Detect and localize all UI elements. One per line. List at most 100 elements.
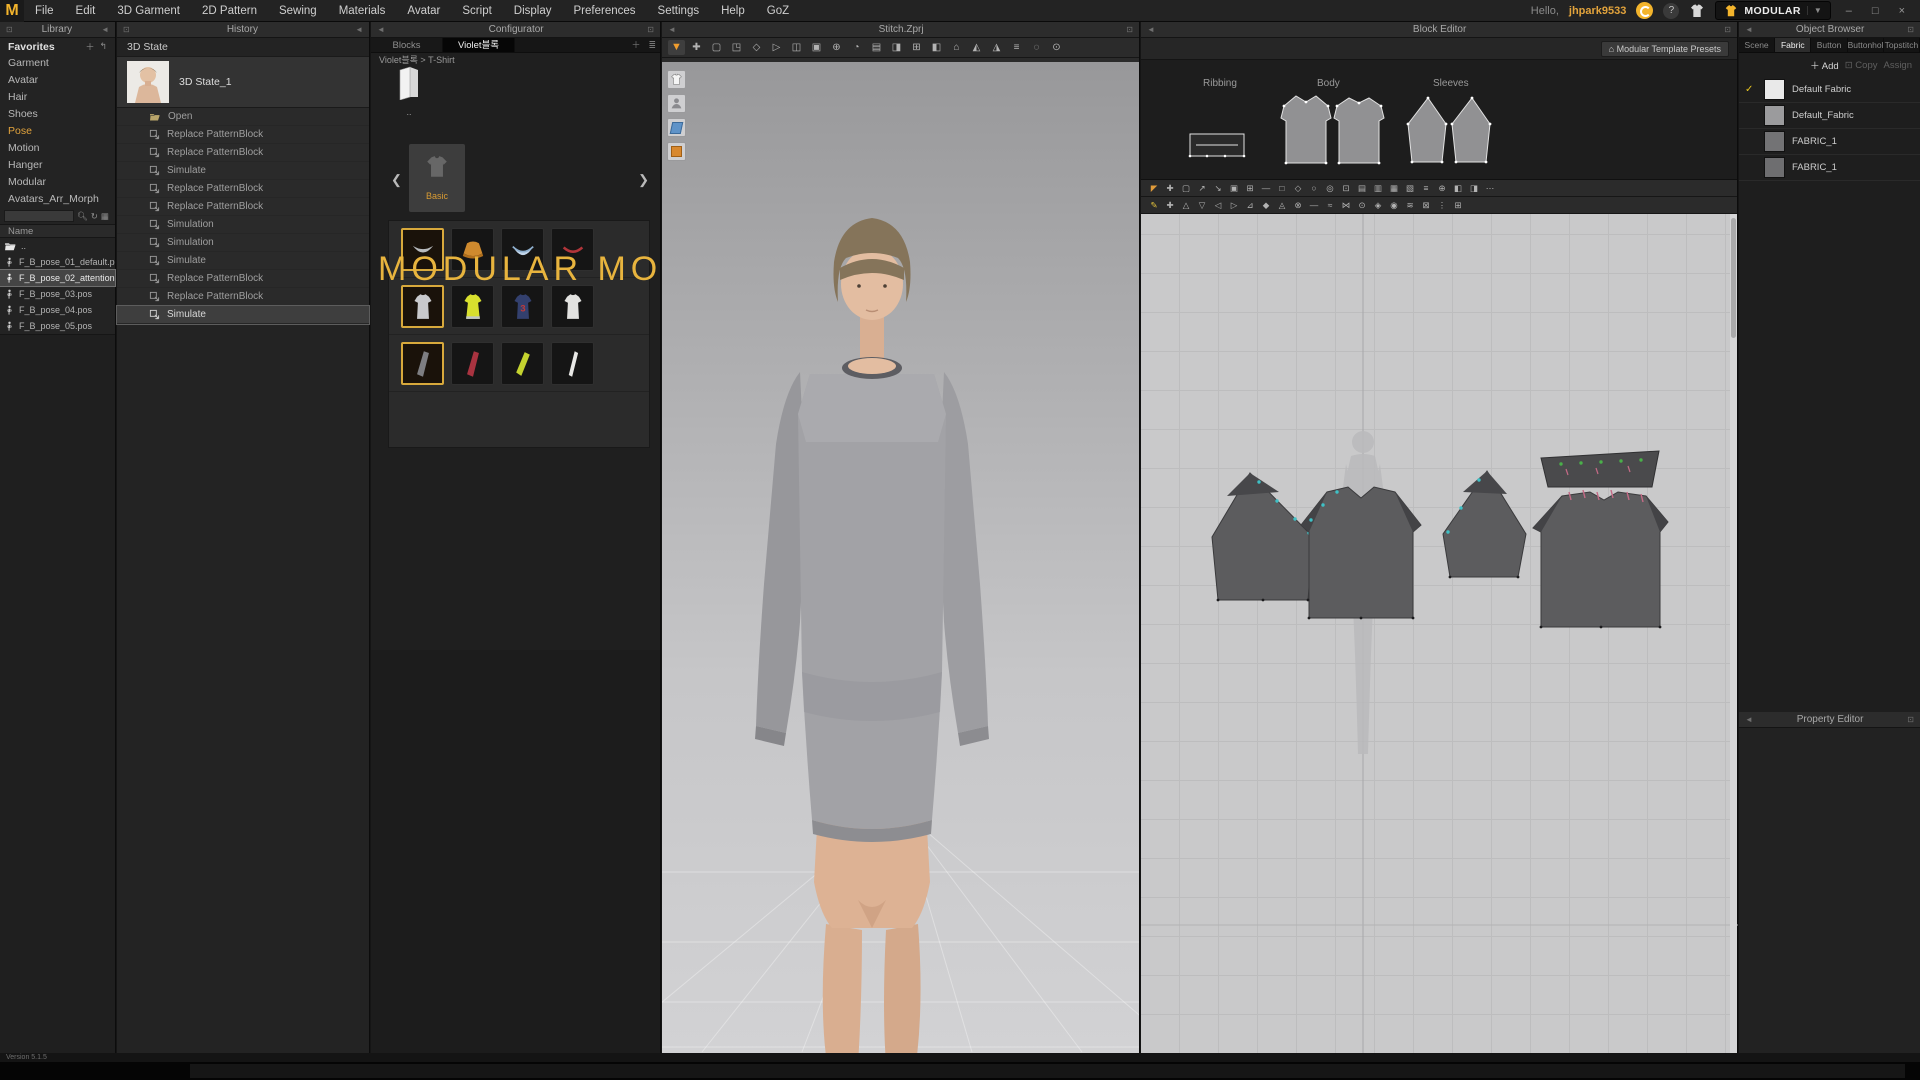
block-thumb-sleeve-lime[interactable] bbox=[501, 342, 544, 385]
fabric-row-fabric1[interactable]: FABRIC_1 bbox=[1739, 129, 1920, 155]
pattern-tool-icon[interactable]: ✚ bbox=[1163, 199, 1177, 212]
pattern-tool-icon[interactable]: △ bbox=[1179, 199, 1193, 212]
viewport-tool-icon[interactable]: ◮ bbox=[988, 40, 1005, 55]
history-item[interactable]: Simulation bbox=[117, 234, 369, 252]
pattern-tool-icon[interactable]: — bbox=[1307, 199, 1321, 212]
pattern-tool-icon[interactable]: ⊡ bbox=[1339, 182, 1353, 195]
pose-view-toggle[interactable] bbox=[667, 142, 686, 161]
pattern-tool-icon[interactable]: ⋯ bbox=[1483, 182, 1497, 195]
add-tab-icon[interactable]: ＋ bbox=[627, 38, 644, 52]
sidebar-item-motion[interactable]: Motion bbox=[0, 140, 115, 157]
history-item[interactable]: Simulation bbox=[117, 216, 369, 234]
restore-button[interactable]: □ bbox=[1867, 5, 1884, 17]
category-card-basic[interactable]: Basic bbox=[409, 144, 465, 212]
pattern-tool-icon[interactable]: ◧ bbox=[1451, 182, 1465, 195]
viewport-tool-icon[interactable]: ✚ bbox=[688, 40, 705, 55]
viewport-tool-icon[interactable]: ◧ bbox=[928, 40, 945, 55]
modular-mode-button[interactable]: MODULAR ▼ bbox=[1715, 1, 1830, 20]
popout-icon[interactable]: ⊡ bbox=[645, 25, 656, 34]
dock-arrow-icon[interactable]: ◄ bbox=[1145, 25, 1157, 34]
viewport-tool-icon[interactable]: ◨ bbox=[888, 40, 905, 55]
name-column-header[interactable]: Name bbox=[0, 224, 115, 238]
block-thumb-body-white[interactable] bbox=[551, 285, 594, 328]
tab-violet-block[interactable]: Violet블록 bbox=[443, 38, 515, 52]
help-icon[interactable]: ? bbox=[1663, 3, 1679, 19]
pattern-tool-icon[interactable]: ⊞ bbox=[1243, 182, 1257, 195]
dock-arrow-icon[interactable]: ◄ bbox=[1743, 25, 1755, 34]
pattern-tool-icon[interactable]: ✎ bbox=[1147, 199, 1161, 212]
pattern-tool-icon[interactable]: ◎ bbox=[1323, 182, 1337, 195]
pattern-tool-icon[interactable]: ○ bbox=[1307, 182, 1321, 195]
history-item-open[interactable]: Open bbox=[117, 108, 369, 126]
menu-settings[interactable]: Settings bbox=[647, 0, 711, 22]
history-item[interactable]: Replace PatternBlock bbox=[117, 270, 369, 288]
pattern-tool-icon[interactable]: ⊗ bbox=[1291, 199, 1305, 212]
close-button[interactable]: × bbox=[1894, 5, 1910, 17]
tab-scene[interactable]: Scene bbox=[1739, 38, 1775, 52]
dock-arrow-icon[interactable]: ◄ bbox=[1743, 715, 1755, 724]
pattern-tool-icon[interactable]: ▽ bbox=[1195, 199, 1209, 212]
show-garment-toggle[interactable] bbox=[667, 70, 686, 89]
pattern-tool-icon[interactable]: ▧ bbox=[1403, 182, 1417, 195]
fabric-row-default-fabric[interactable]: Default_Fabric bbox=[1739, 103, 1920, 129]
menu-sewing[interactable]: Sewing bbox=[268, 0, 328, 22]
pattern-tool-icon[interactable]: ⋮ bbox=[1435, 199, 1449, 212]
sidebar-item-avatars-arr-morph[interactable]: Avatars_Arr_Morph bbox=[0, 191, 115, 208]
copy-fabric-button[interactable]: ⊡ Copy bbox=[1845, 60, 1878, 71]
menu-script[interactable]: Script bbox=[451, 0, 502, 22]
viewport-tool-icon[interactable]: ▼ bbox=[668, 40, 685, 55]
block-thumb-body-selected[interactable] bbox=[401, 285, 444, 328]
popout-icon[interactable]: ⊡ bbox=[4, 25, 15, 34]
dock-arrow-icon[interactable]: ◄ bbox=[375, 25, 387, 34]
pattern-tool-icon[interactable]: ◨ bbox=[1467, 182, 1481, 195]
sidebar-item-hair[interactable]: Hair bbox=[0, 89, 115, 106]
property-editor-header[interactable]: ◄ Property Editor ⊡ bbox=[1739, 712, 1920, 728]
viewport-tool-icon[interactable]: ▤ bbox=[868, 40, 885, 55]
history-item[interactable]: Replace PatternBlock bbox=[117, 288, 369, 306]
file-row-up[interactable]: .. bbox=[0, 238, 115, 254]
history-item[interactable]: Replace PatternBlock bbox=[117, 198, 369, 216]
pattern-tool-icon[interactable]: ◤ bbox=[1147, 182, 1161, 195]
menu-avatar[interactable]: Avatar bbox=[396, 0, 451, 22]
block-thumb-body-navy[interactable]: 3 bbox=[501, 285, 544, 328]
add-favorite-icon[interactable]: ＋ bbox=[80, 40, 94, 53]
viewport-tool-icon[interactable]: ◔ bbox=[848, 40, 865, 55]
pattern-tool-icon[interactable]: ⊕ bbox=[1435, 182, 1449, 195]
add-fabric-button[interactable]: ＋ Add bbox=[1810, 58, 1839, 72]
viewport-tool-icon[interactable]: ◇ bbox=[748, 40, 765, 55]
popout-icon[interactable]: ⊡ bbox=[1722, 25, 1733, 34]
pattern-tool-icon[interactable]: ◁ bbox=[1211, 199, 1225, 212]
history-item-selected[interactable]: Simulate bbox=[117, 306, 369, 324]
history-item[interactable]: Replace PatternBlock bbox=[117, 144, 369, 162]
pattern-tool-icon[interactable]: □ bbox=[1275, 182, 1289, 195]
viewport-tool-icon[interactable]: ⌂ bbox=[948, 40, 965, 55]
minimize-button[interactable]: – bbox=[1841, 5, 1857, 17]
pattern-tool-icon[interactable]: ◆ bbox=[1259, 199, 1273, 212]
viewport-3d-canvas[interactable] bbox=[662, 62, 1139, 1053]
pattern-tool-icon[interactable]: ◈ bbox=[1371, 199, 1385, 212]
tab-buttonhole[interactable]: Buttonhole bbox=[1848, 38, 1884, 52]
menu-edit[interactable]: Edit bbox=[65, 0, 107, 22]
history-item[interactable]: Simulate bbox=[117, 162, 369, 180]
viewport-tool-icon[interactable]: ⊙ bbox=[1048, 40, 1065, 55]
pattern-tool-icon[interactable]: ▣ bbox=[1227, 182, 1241, 195]
history-state-row[interactable]: 3D State_1 bbox=[117, 56, 369, 108]
history-item[interactable]: Replace PatternBlock bbox=[117, 180, 369, 198]
fabric-row-default[interactable]: ✓ Default Fabric bbox=[1739, 77, 1920, 103]
scrollbar-thumb[interactable] bbox=[1731, 218, 1736, 338]
popout-icon[interactable]: ⊡ bbox=[1905, 25, 1916, 34]
search-input[interactable] bbox=[4, 210, 74, 222]
garment-icon[interactable] bbox=[1689, 3, 1705, 19]
menu-preferences[interactable]: Preferences bbox=[563, 0, 647, 22]
show-avatar-toggle[interactable] bbox=[667, 94, 686, 113]
sidebar-item-hanger[interactable]: Hanger bbox=[0, 157, 115, 174]
pattern-tool-icon[interactable]: ◇ bbox=[1291, 182, 1305, 195]
viewport-tool-icon[interactable]: ≡ bbox=[1008, 40, 1025, 55]
file-row-pose-05[interactable]: F_B_pose_05.pos bbox=[0, 318, 115, 334]
pattern-tool-icon[interactable]: ◉ bbox=[1387, 199, 1401, 212]
pattern-tool-icon[interactable]: — bbox=[1259, 182, 1273, 195]
dock-arrow-icon[interactable]: ◄ bbox=[353, 25, 365, 34]
sidebar-item-garment[interactable]: Garment bbox=[0, 55, 115, 72]
viewport-tool-icon[interactable]: ◫ bbox=[788, 40, 805, 55]
pattern-tool-icon[interactable]: ▷ bbox=[1227, 199, 1241, 212]
